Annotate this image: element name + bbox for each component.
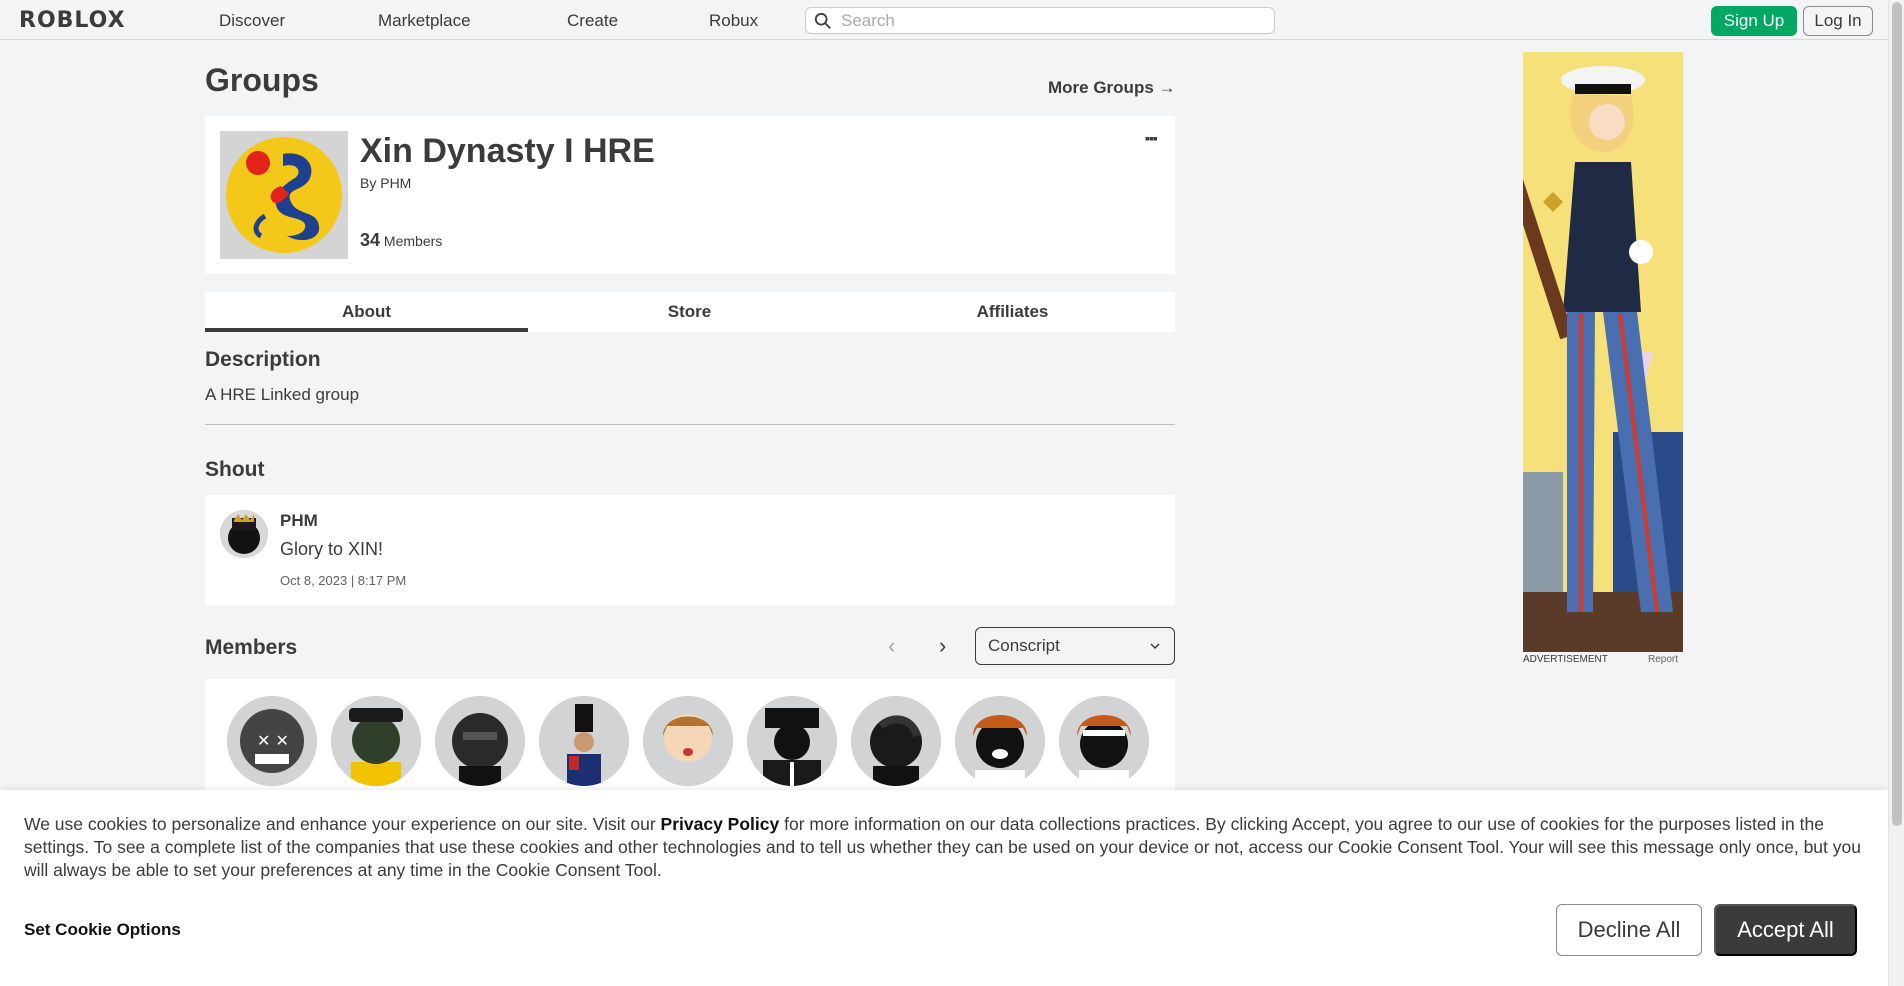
- advertisement-image: [1523, 52, 1683, 652]
- description-text: A HRE Linked group: [205, 385, 360, 404]
- member-avatar[interactable]: [1059, 696, 1149, 786]
- roblox-logo[interactable]: ROBLOX: [19, 8, 126, 33]
- report-ad-link[interactable]: Report: [1648, 654, 1678, 665]
- nav-link-robux[interactable]: Robux: [709, 11, 758, 31]
- member-count-label: Members: [383, 233, 443, 249]
- member-count-number: 34: [360, 230, 381, 250]
- cookie-message: We use cookies to personalize and enhanc…: [24, 813, 1864, 882]
- dragon-emblem-icon: [226, 137, 342, 253]
- role-dropdown-value: Conscript: [988, 636, 1060, 655]
- cookie-consent-banner: We use cookies to personalize and enhanc…: [0, 790, 1888, 986]
- group-emblem: [220, 131, 348, 259]
- members-grid: ✕ ✕: [205, 679, 1175, 799]
- chevron-down-icon: [1150, 643, 1160, 650]
- privacy-policy-link[interactable]: Privacy Policy: [661, 814, 780, 834]
- members-heading: Members: [205, 636, 298, 659]
- member-avatar[interactable]: [331, 696, 421, 786]
- set-cookie-options-link[interactable]: Set Cookie Options: [24, 920, 181, 940]
- section-divider: [205, 424, 1175, 425]
- member-avatar[interactable]: [851, 696, 941, 786]
- chevron-left-icon[interactable]: ‹: [888, 633, 895, 659]
- member-avatar[interactable]: ✕ ✕: [227, 696, 317, 786]
- more-groups-link[interactable]: More Groups →: [1048, 78, 1176, 98]
- tab-about[interactable]: About: [205, 292, 528, 332]
- advertisement-label: ADVERTISEMENT: [1523, 654, 1608, 665]
- group-name: Xin Dynasty I HRE: [360, 132, 655, 170]
- accept-all-button[interactable]: Accept All: [1714, 904, 1857, 956]
- cookie-text-part-1: We use cookies to personalize and enhanc…: [24, 814, 661, 834]
- group-header-card: Xin Dynasty I HRE By PHM 34 Members ▪▪▪: [205, 116, 1175, 274]
- shout-message: Glory to XIN!: [280, 539, 384, 559]
- page-scrollbar[interactable]: [1888, 0, 1904, 986]
- shout-username[interactable]: PHM: [280, 511, 318, 531]
- by-prefix: By: [360, 175, 377, 191]
- log-in-button[interactable]: Log In: [1803, 6, 1873, 36]
- page-title: Groups: [205, 62, 319, 98]
- member-avatar[interactable]: [643, 696, 733, 786]
- member-count: 34 Members: [360, 230, 442, 251]
- member-avatar[interactable]: [435, 696, 525, 786]
- shout-timestamp: Oct 8, 2023 | 8:17 PM: [280, 573, 407, 588]
- decline-all-button[interactable]: Decline All: [1556, 904, 1702, 956]
- shout-avatar-image: [220, 510, 268, 558]
- search-icon: [814, 12, 831, 29]
- description-heading: Description: [205, 348, 321, 371]
- group-owner-link[interactable]: PHM: [380, 175, 411, 191]
- search-input[interactable]: [841, 10, 1261, 31]
- shout-heading: Shout: [205, 458, 265, 481]
- advertisement-banner[interactable]: [1523, 52, 1683, 652]
- tab-affiliates[interactable]: Affiliates: [851, 292, 1174, 332]
- role-dropdown[interactable]: Conscript: [975, 627, 1175, 665]
- member-avatar[interactable]: [747, 696, 837, 786]
- nav-link-marketplace[interactable]: Marketplace: [378, 11, 471, 31]
- scrollbar-thumb[interactable]: [1892, 2, 1902, 826]
- chevron-right-icon[interactable]: ›: [939, 633, 946, 659]
- top-navigation-bar: ROBLOX Discover Marketplace Create Robux…: [0, 0, 1888, 40]
- svg-text:✕ ✕: ✕ ✕: [257, 731, 289, 750]
- tab-store[interactable]: Store: [528, 292, 851, 332]
- group-tabs: About Store Affiliates: [205, 292, 1175, 332]
- member-avatar[interactable]: [955, 696, 1045, 786]
- group-owner-line: By PHM: [360, 175, 411, 191]
- search-box[interactable]: [805, 7, 1275, 34]
- nav-link-create[interactable]: Create: [567, 11, 618, 31]
- avatar[interactable]: [220, 510, 268, 558]
- nav-link-discover[interactable]: Discover: [219, 11, 285, 31]
- shout-card: PHM Glory to XIN! Oct 8, 2023 | 8:17 PM: [205, 495, 1175, 605]
- sign-up-button[interactable]: Sign Up: [1711, 6, 1797, 36]
- member-avatar[interactable]: [539, 696, 629, 786]
- more-options-icon[interactable]: ▪▪▪: [1145, 130, 1158, 146]
